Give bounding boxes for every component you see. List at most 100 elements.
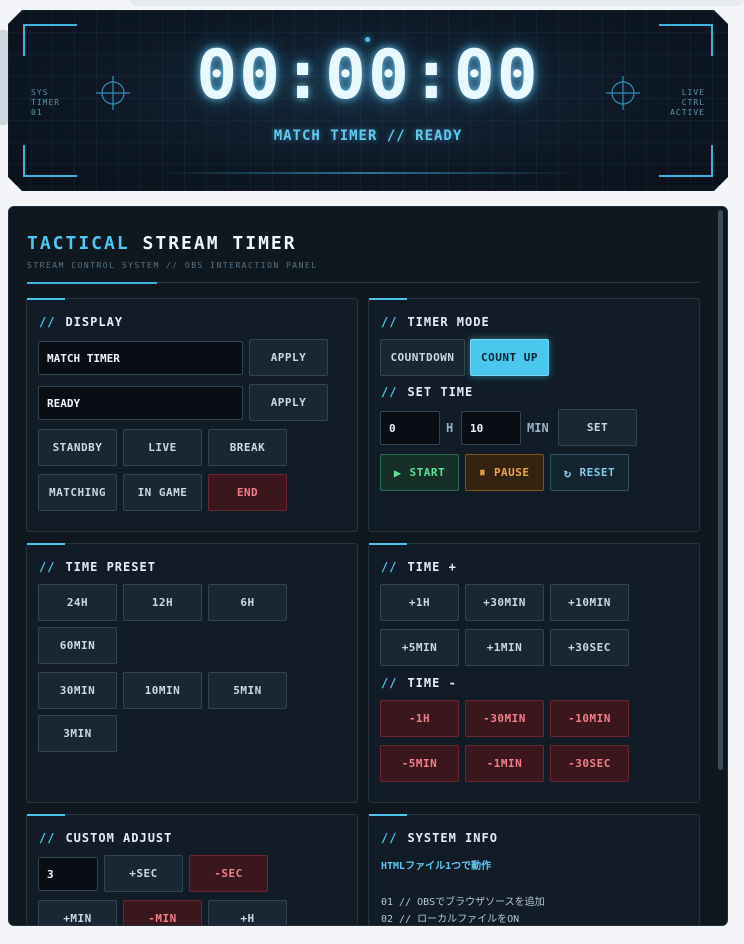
set-time-button[interactable]: SET	[558, 409, 637, 446]
section-title-text: TIME PRESET	[65, 560, 156, 574]
panel-subtitle: STREAM CONTROL SYSTEM // OBS INTERACTION…	[27, 261, 318, 270]
panel-divider-accent	[27, 281, 157, 284]
section-title: // SYSTEM INFO	[381, 831, 498, 845]
pause-icon: ⏸	[479, 465, 486, 479]
add-1min-button[interactable]: +1MIN	[465, 629, 544, 666]
subtract-1min-button[interactable]: -1MIN	[465, 745, 544, 782]
add-30sec-button[interactable]: +30SEC	[550, 629, 629, 666]
status-live-button[interactable]: LIVE	[123, 429, 202, 466]
left-edge-tab	[0, 30, 8, 125]
section-title: // CUSTOM ADJUST	[39, 831, 172, 845]
section-slashes: //	[381, 831, 398, 845]
subtract-5min-button[interactable]: -5MIN	[380, 745, 459, 782]
custom-amount-input[interactable]	[38, 857, 98, 891]
preset-10min-button[interactable]: 10MIN	[123, 672, 202, 709]
pause-label: PAUSE	[493, 466, 530, 479]
corner-bracket-bottom-left	[23, 145, 77, 177]
panel-title-main: STREAM TIMER	[142, 233, 297, 254]
timer-mode-section: // TIMER MODE COUNTDOWN COUNT UP // SET TI…	[368, 298, 700, 532]
subtract-10min-button[interactable]: -10MIN	[550, 700, 629, 737]
section-title: // TIME PRESET	[39, 560, 156, 574]
subtract-30sec-button[interactable]: -30SEC	[550, 745, 629, 782]
section-slashes: //	[381, 676, 398, 690]
status-matching-button[interactable]: MATCHING	[38, 474, 117, 511]
preset-12h-button[interactable]: 12H	[123, 584, 202, 621]
display-status-input[interactable]	[38, 386, 243, 420]
preset-5min-button[interactable]: 5MIN	[208, 672, 287, 709]
status-standby-button[interactable]: STANDBY	[38, 429, 117, 466]
section-title-text: DISPLAY	[65, 315, 124, 329]
subtract-minutes-button[interactable]: -MIN	[123, 900, 202, 925]
preset-6h-button[interactable]: 6H	[208, 584, 287, 621]
reset-icon: ↻	[563, 465, 572, 480]
subtract-1h-button[interactable]: -1H	[380, 700, 459, 737]
control-panel: TACTICAL STREAM TIMER STREAM CONTROL SYS…	[8, 206, 728, 926]
section-title: // TIMER MODE	[381, 315, 490, 329]
minutes-unit-label: MIN	[527, 421, 549, 435]
display-section: // DISPLAY APPLY APPLY STANDBY LIVE BREAK…	[26, 298, 358, 532]
preset-24h-button[interactable]: 24H	[38, 584, 117, 621]
play-icon: ▶	[393, 465, 402, 480]
section-slashes: //	[381, 315, 398, 329]
section-slashes: //	[39, 315, 56, 329]
section-slashes: //	[381, 385, 398, 399]
custom-adjust-section: // CUSTOM ADJUST +SEC -SEC +MIN -MIN +H	[26, 814, 358, 925]
add-hours-button[interactable]: +H	[208, 900, 287, 925]
section-title-text: SYSTEM INFO	[407, 831, 498, 845]
browser-top-strip	[130, 0, 744, 6]
minutes-input[interactable]	[461, 411, 521, 445]
subsection-title: // SET TIME	[381, 385, 473, 399]
add-minutes-button[interactable]: +MIN	[38, 900, 117, 925]
corner-bracket-bottom-right	[659, 145, 713, 177]
time-preset-section: // TIME PRESET 24H 12H 6H 60MIN 30MIN 10M…	[26, 543, 358, 803]
system-info-section: // SYSTEM INFO HTMLファイル1つで動作 01 // OBSでブラ…	[368, 814, 700, 925]
section-title-text: TIME +	[407, 560, 457, 574]
apply-title-button[interactable]: APPLY	[249, 339, 328, 376]
start-label: START	[409, 466, 446, 479]
hours-input[interactable]	[380, 411, 440, 445]
start-button[interactable]: ▶ START	[380, 454, 459, 491]
system-info-headline: HTMLファイル1つで動作	[381, 861, 492, 872]
section-title-text: SET TIME	[407, 385, 474, 399]
panel-title: TACTICAL STREAM TIMER	[27, 233, 297, 254]
glow-divider	[158, 172, 578, 174]
section-title-text: TIMER MODE	[407, 315, 490, 329]
section-title: // TIME +	[381, 560, 457, 574]
panel-scrollbar[interactable]	[718, 210, 723, 770]
section-title-text: CUSTOM ADJUST	[65, 831, 173, 845]
preset-60min-button[interactable]: 60MIN	[38, 627, 117, 664]
countdown-mode-button[interactable]: COUNTDOWN	[380, 339, 465, 376]
subtract-seconds-button[interactable]: -SEC	[189, 855, 268, 892]
subsection-title: // TIME -	[381, 676, 457, 690]
countup-mode-button[interactable]: COUNT UP	[470, 339, 549, 376]
subtract-30min-button[interactable]: -30MIN	[465, 700, 544, 737]
add-30min-button[interactable]: +30MIN	[465, 584, 544, 621]
section-slashes: //	[381, 560, 398, 574]
hours-unit-label: H	[446, 421, 454, 435]
reset-button[interactable]: ↻ RESET	[550, 454, 629, 491]
panel-title-accent: TACTICAL	[27, 233, 130, 254]
section-slashes: //	[39, 560, 56, 574]
status-in-game-button[interactable]: IN GAME	[123, 474, 202, 511]
add-1h-button[interactable]: +1H	[380, 584, 459, 621]
status-end-button[interactable]: END	[208, 474, 287, 511]
status-break-button[interactable]: BREAK	[208, 429, 287, 466]
time-adjust-section: // TIME + +1H +30MIN +10MIN +5MIN +1MIN +…	[368, 543, 700, 803]
section-title: // DISPLAY	[39, 315, 123, 329]
section-title-text: TIME -	[407, 676, 457, 690]
preset-30min-button[interactable]: 30MIN	[38, 672, 117, 709]
reset-label: RESET	[579, 466, 616, 479]
add-5min-button[interactable]: +5MIN	[380, 629, 459, 666]
section-slashes: //	[39, 831, 56, 845]
system-info-step: 01 // OBSでブラウザソースを追加	[381, 897, 545, 908]
apply-status-button[interactable]: APPLY	[249, 384, 328, 421]
pause-button[interactable]: ⏸ PAUSE	[465, 454, 544, 491]
system-info-step: 02 // ローカルファイルをON	[381, 914, 520, 925]
timer-readout: 00:00:00	[196, 36, 540, 115]
add-10min-button[interactable]: +10MIN	[550, 584, 629, 621]
timer-status-text: MATCH TIMER // READY	[273, 128, 463, 144]
add-seconds-button[interactable]: +SEC	[104, 855, 183, 892]
preset-3min-button[interactable]: 3MIN	[38, 715, 117, 752]
display-title-input[interactable]	[38, 341, 243, 375]
timer-display: SYS TIMER 01 LIVE CTRL ACTIVE 00:00:00 M…	[8, 10, 728, 191]
